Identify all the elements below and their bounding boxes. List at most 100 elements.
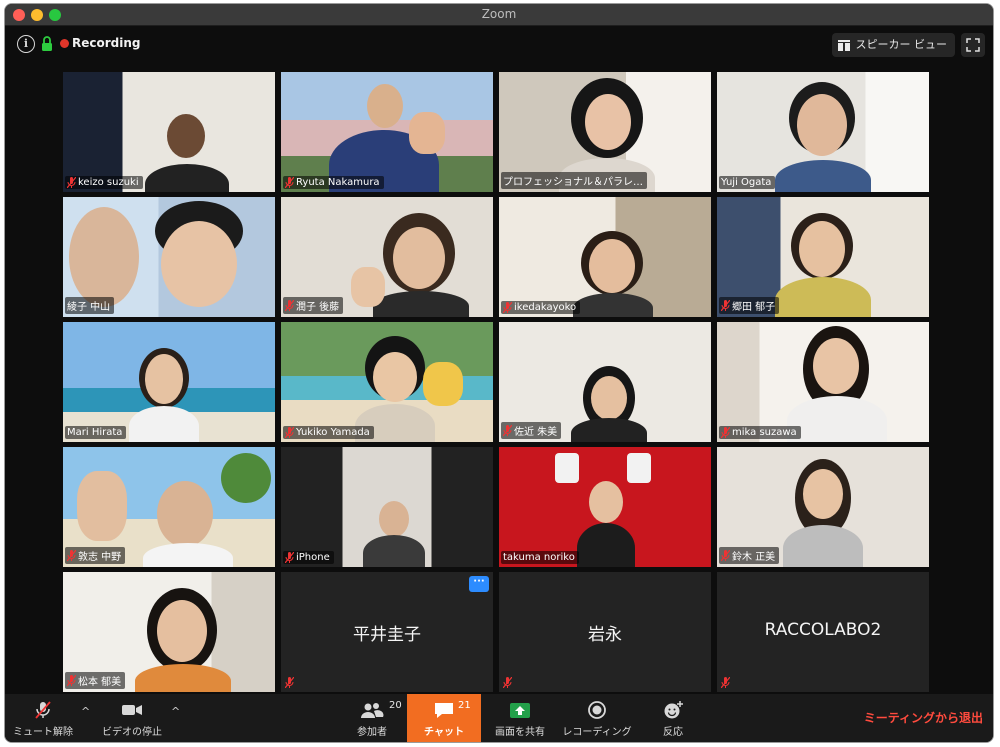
participant-name-tag: 綾子 中山	[65, 297, 115, 314]
video-tile[interactable]: mika suzawa	[717, 322, 929, 442]
video-tile[interactable]: 潤子 後藤	[281, 197, 493, 317]
share-screen-icon	[510, 703, 530, 718]
mic-muted-icon	[285, 427, 294, 438]
more-options-button[interactable]: ···	[469, 576, 489, 592]
window-title: Zoom	[481, 7, 517, 21]
video-tile[interactable]: iPhone	[281, 447, 493, 567]
participant-name: mika suzawa	[732, 427, 797, 438]
speaker-view-label: スピーカー ビュー	[855, 38, 948, 51]
mic-muted-icon	[503, 425, 512, 436]
unmute-label: ミュート解除	[13, 727, 73, 738]
mic-muted-icon	[67, 550, 76, 561]
participant-name: iPhone	[296, 552, 330, 563]
participant-name-tag: プロフェッショナル＆パラレ…	[501, 172, 647, 189]
video-tile[interactable]: 敦志 中野	[63, 447, 275, 567]
speaker-view-button[interactable]: スピーカー ビュー	[831, 33, 955, 57]
title-bar: Zoom	[5, 4, 993, 26]
participant-name-tag: Yuji Ogata	[719, 176, 776, 189]
participant-name-tag: iPhone	[283, 551, 334, 564]
mic-muted-icon	[721, 550, 730, 561]
video-tile[interactable]: プロフェッショナル＆パラレ…	[499, 72, 711, 192]
recording-label: Recording	[72, 36, 141, 50]
video-tile[interactable]: Ryuta Nakamura	[281, 72, 493, 192]
participant-name: 郷田 郁子	[732, 302, 776, 313]
participant-name-tag: mika suzawa	[719, 426, 801, 439]
participant-name: 鈴木 正美	[732, 552, 776, 563]
video-tile-off[interactable]: 岩永	[499, 572, 711, 692]
chat-label: チャット	[424, 727, 464, 738]
reactions-label: 反応	[663, 727, 683, 738]
info-icon[interactable]: i	[17, 35, 35, 53]
chat-bubble-icon	[435, 703, 453, 718]
video-tile[interactable]: keizo suzuki	[63, 72, 275, 192]
participant-name-tag: 潤子 後藤	[283, 297, 344, 314]
participant-name: Yuji Ogata	[721, 177, 772, 188]
unmute-button[interactable]: ミュート解除	[7, 694, 79, 742]
video-tile-off[interactable]: RACCOLABO2	[717, 572, 929, 692]
leave-meeting-button[interactable]: ミーティングから退出	[864, 709, 983, 726]
video-tile[interactable]: takuma noriko	[499, 447, 711, 567]
participants-count: 20	[389, 700, 402, 711]
fullscreen-icon	[966, 38, 980, 52]
participant-name: 松本 郁美	[78, 677, 122, 688]
video-options-chevron-icon[interactable]: ^	[171, 705, 180, 718]
meeting-toolbar: ミュート解除 ^ ビデオの停止 ^ 参加者 20 チャット 21 画面を共有 レ…	[5, 694, 993, 742]
video-tile[interactable]: 松本 郁美	[63, 572, 275, 692]
video-tile[interactable]: 鈴木 正美	[717, 447, 929, 567]
participant-name-tag: takuma noriko	[501, 551, 579, 564]
video-camera-icon	[122, 705, 142, 715]
mic-muted-icon	[67, 177, 76, 188]
participant-name-tag: ikedakayoko	[501, 301, 581, 314]
participant-name: 平井圭子	[353, 625, 421, 645]
mic-muted-icon	[285, 177, 294, 188]
participant-name: 綾子 中山	[67, 302, 111, 313]
participant-name: takuma noriko	[503, 552, 575, 563]
record-icon	[588, 701, 606, 719]
mic-muted-icon	[503, 677, 512, 688]
video-tile[interactable]: 郷田 郁子	[717, 197, 929, 317]
video-tile-off[interactable]: ··· 平井圭子	[281, 572, 493, 692]
stop-video-button[interactable]: ビデオの停止	[95, 694, 169, 742]
participants-label: 参加者	[357, 727, 387, 738]
video-tile[interactable]: Yuji Ogata	[717, 72, 929, 192]
mic-muted-icon	[285, 677, 294, 688]
mic-muted-icon	[721, 300, 730, 311]
video-tile[interactable]: ikedakayoko	[499, 197, 711, 317]
recording-indicator-icon	[60, 39, 69, 48]
record-button[interactable]: レコーディング	[559, 694, 635, 742]
mic-muted-icon	[67, 675, 76, 686]
reactions-button[interactable]: 反応	[653, 694, 693, 742]
stop-video-label: ビデオの停止	[102, 727, 162, 738]
participant-name-tag: keizo suzuki	[65, 176, 143, 189]
share-screen-button[interactable]: 画面を共有	[489, 694, 551, 742]
grid-view-icon	[837, 39, 850, 51]
video-tile[interactable]: Yukiko Yamada	[281, 322, 493, 442]
participant-name-tag: 郷田 郁子	[719, 297, 780, 314]
share-screen-label: 画面を共有	[495, 727, 545, 738]
participant-name: プロフェッショナル＆パラレ…	[503, 177, 643, 188]
participant-name-tag: 敦志 中野	[65, 547, 126, 564]
participant-name-tag: Mari Hirata	[65, 426, 127, 439]
fullscreen-button[interactable]	[961, 33, 985, 57]
emoji-reaction-icon	[664, 701, 683, 719]
video-tile-active-speaker[interactable]: 綾子 中山	[63, 197, 275, 317]
audio-options-chevron-icon[interactable]: ^	[81, 705, 90, 718]
participant-name: keizo suzuki	[78, 177, 139, 188]
video-tile[interactable]: 佐近 朱美	[499, 322, 711, 442]
participant-name: 岩永	[588, 625, 622, 645]
gallery-grid: keizo suzuki Ryuta Nakamura プロフェッショナル＆パラ…	[63, 72, 933, 694]
participant-name: Ryuta Nakamura	[296, 177, 380, 188]
lock-icon[interactable]	[41, 35, 53, 53]
record-label: レコーディング	[562, 727, 632, 738]
participants-icon	[361, 703, 384, 718]
video-tile[interactable]: Mari Hirata	[63, 322, 275, 442]
zoom-window: Zoom i Recording スピーカー ビュー keizo suzuki …	[4, 3, 994, 743]
meeting-top-bar: i Recording スピーカー ビュー	[5, 26, 993, 64]
participant-name: RACCOLABO2	[764, 620, 882, 640]
mic-muted-icon	[721, 677, 730, 688]
participant-name-tag: Ryuta Nakamura	[283, 176, 384, 189]
participant-name: 潤子 後藤	[296, 302, 340, 313]
participant-name: 佐近 朱美	[514, 427, 558, 438]
mic-muted-icon	[35, 701, 51, 719]
participant-name-tag: 佐近 朱美	[501, 422, 562, 439]
